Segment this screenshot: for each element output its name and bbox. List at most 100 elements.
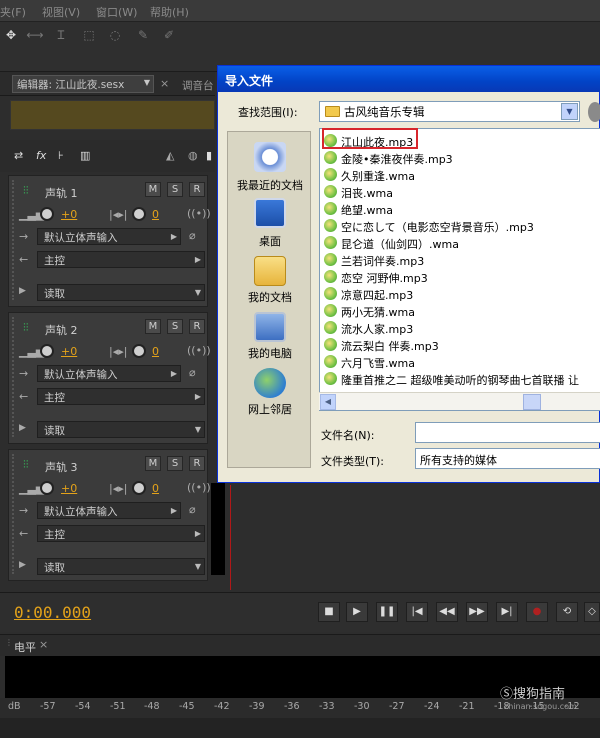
- mute-button[interactable]: M: [145, 182, 161, 197]
- level-tab-label[interactable]: 电平: [14, 639, 36, 655]
- pan-value[interactable]: 0: [152, 482, 159, 495]
- time-display[interactable]: 0:00.000: [14, 603, 91, 622]
- filename-input[interactable]: [415, 422, 600, 443]
- record-button[interactable]: ●: [526, 602, 548, 622]
- tab-mixer[interactable]: 调音台: [182, 78, 214, 93]
- pan-value[interactable]: 0: [152, 345, 159, 358]
- track-grip[interactable]: [12, 180, 16, 300]
- solo-button[interactable]: S: [167, 456, 183, 471]
- marquee-tool-icon[interactable]: ⬚: [80, 28, 98, 42]
- track-grip[interactable]: [12, 317, 16, 437]
- file-name: 流云梨白 伴奏.mp3: [341, 340, 439, 353]
- scroll-thumb[interactable]: [523, 394, 541, 410]
- audio-file-icon: [324, 270, 337, 283]
- solo-button[interactable]: S: [167, 182, 183, 197]
- panel-grip-icon[interactable]: ⋮: [5, 638, 13, 647]
- dialog-title[interactable]: 导入文件: [218, 66, 600, 92]
- pan-knob[interactable]: [132, 344, 146, 358]
- track-grip[interactable]: [12, 454, 16, 574]
- editor-tab[interactable]: 编辑器: 江山此夜.sesx ▼: [12, 75, 154, 93]
- expand-triangle-icon[interactable]: ▶: [19, 423, 26, 433]
- tab-menu-chevron-icon[interactable]: ▼: [144, 78, 150, 87]
- phase-invert-icon[interactable]: ⌀: [189, 366, 196, 379]
- mute-button[interactable]: M: [145, 456, 161, 471]
- record-arm-button[interactable]: R: [189, 182, 205, 197]
- output-select[interactable]: 主控 ▶: [37, 251, 205, 268]
- pause-button[interactable]: ❚❚: [376, 602, 398, 622]
- close-icon[interactable]: ×: [160, 77, 169, 90]
- send-icon[interactable]: ⊦: [58, 149, 64, 162]
- scale-tick: -57: [40, 701, 56, 712]
- healing-tool-icon[interactable]: ✐: [160, 28, 178, 42]
- eq-icon[interactable]: ▥: [80, 149, 90, 162]
- menu-view[interactable]: 视图(V): [42, 4, 80, 20]
- volume-knob[interactable]: [40, 481, 54, 495]
- automation-mode-select[interactable]: 读取 ▼: [37, 558, 205, 575]
- mute-button[interactable]: M: [145, 319, 161, 334]
- pan-knob[interactable]: [132, 481, 146, 495]
- skip-button[interactable]: ◇: [584, 602, 600, 622]
- output-select[interactable]: 主控 ▶: [37, 525, 205, 542]
- chevron-down-icon[interactable]: ▼: [561, 103, 578, 120]
- input-select[interactable]: 默认立体声输入 ▶: [37, 228, 181, 245]
- track-name[interactable]: 声轨 1: [45, 185, 78, 201]
- pan-knob[interactable]: [132, 207, 146, 221]
- fast-forward-button[interactable]: ▶▶: [466, 602, 488, 622]
- volume-value[interactable]: +0: [61, 482, 77, 495]
- lookin-select[interactable]: 古风纯音乐专辑 ▼: [319, 101, 580, 122]
- input-arrow-icon: →: [19, 230, 29, 243]
- move-tool-icon[interactable]: ✥: [2, 28, 20, 42]
- go-to-start-button[interactable]: |◀: [406, 602, 428, 622]
- solo-button[interactable]: S: [167, 319, 183, 334]
- input-icon[interactable]: ▮: [206, 149, 212, 162]
- stereo-icon[interactable]: ((•)): [187, 481, 211, 494]
- phase-invert-icon[interactable]: ⌀: [189, 229, 196, 242]
- volume-knob[interactable]: [40, 344, 54, 358]
- volume-knob[interactable]: [40, 207, 54, 221]
- menu-file[interactable]: 夹(F): [0, 4, 26, 20]
- overview-timeline[interactable]: [10, 100, 215, 130]
- menu-window[interactable]: 窗口(W): [96, 4, 137, 20]
- scroll-left-icon[interactable]: ◀: [320, 394, 336, 410]
- metronome-icon[interactable]: ◭: [166, 149, 174, 162]
- back-icon[interactable]: [588, 102, 600, 122]
- loop-button[interactable]: ⟲: [556, 602, 578, 622]
- record-arm-button[interactable]: R: [189, 456, 205, 471]
- play-button[interactable]: ▶: [346, 602, 368, 622]
- automation-mode-select[interactable]: 读取 ▼: [37, 284, 205, 301]
- scale-tick: -48: [144, 701, 160, 712]
- stereo-icon[interactable]: ((•)): [187, 344, 211, 357]
- fx-icon[interactable]: fx: [36, 149, 46, 162]
- lookin-label: 查找范围(I):: [238, 106, 298, 119]
- track-name[interactable]: 声轨 2: [45, 322, 78, 338]
- automation-mode-select[interactable]: 读取 ▼: [37, 421, 205, 438]
- menu-bar: 夹(F) 视图(V) 窗口(W) 帮助(H): [0, 0, 600, 22]
- phase-invert-icon[interactable]: ⌀: [189, 503, 196, 516]
- volume-value[interactable]: +0: [61, 345, 77, 358]
- record-arm-button[interactable]: R: [189, 319, 205, 334]
- menu-help[interactable]: 帮助(H): [150, 4, 189, 20]
- output-select[interactable]: 主控 ▶: [37, 388, 205, 405]
- record-monitor-icon[interactable]: ◍: [188, 149, 198, 162]
- pan-value[interactable]: 0: [152, 208, 159, 221]
- stop-button[interactable]: ■: [318, 602, 340, 622]
- horizontal-scrollbar[interactable]: ◀: [319, 392, 600, 410]
- filetype-select[interactable]: 所有支持的媒体: [415, 448, 600, 469]
- swap-icon[interactable]: ⇄: [14, 149, 23, 162]
- track-name[interactable]: 声轨 3: [45, 459, 78, 475]
- go-to-end-button[interactable]: ▶|: [496, 602, 518, 622]
- stereo-icon[interactable]: ((•)): [187, 207, 211, 220]
- input-select[interactable]: 默认立体声输入 ▶: [37, 502, 181, 519]
- expand-triangle-icon[interactable]: ▶: [19, 560, 26, 570]
- playhead[interactable]: [230, 485, 231, 590]
- rewind-button[interactable]: ◀◀: [436, 602, 458, 622]
- expand-triangle-icon[interactable]: ▶: [19, 286, 26, 296]
- time-selection-tool-icon[interactable]: ⟷: [26, 28, 44, 42]
- text-cursor-tool-icon[interactable]: Ɪ: [52, 28, 70, 42]
- chevron-right-icon: ▶: [194, 529, 201, 538]
- input-select[interactable]: 默认立体声输入 ▶: [37, 365, 181, 382]
- volume-value[interactable]: +0: [61, 208, 77, 221]
- lasso-tool-icon[interactable]: ◌: [106, 28, 124, 42]
- brush-tool-icon[interactable]: ✎: [134, 28, 152, 42]
- close-icon[interactable]: ×: [39, 638, 48, 651]
